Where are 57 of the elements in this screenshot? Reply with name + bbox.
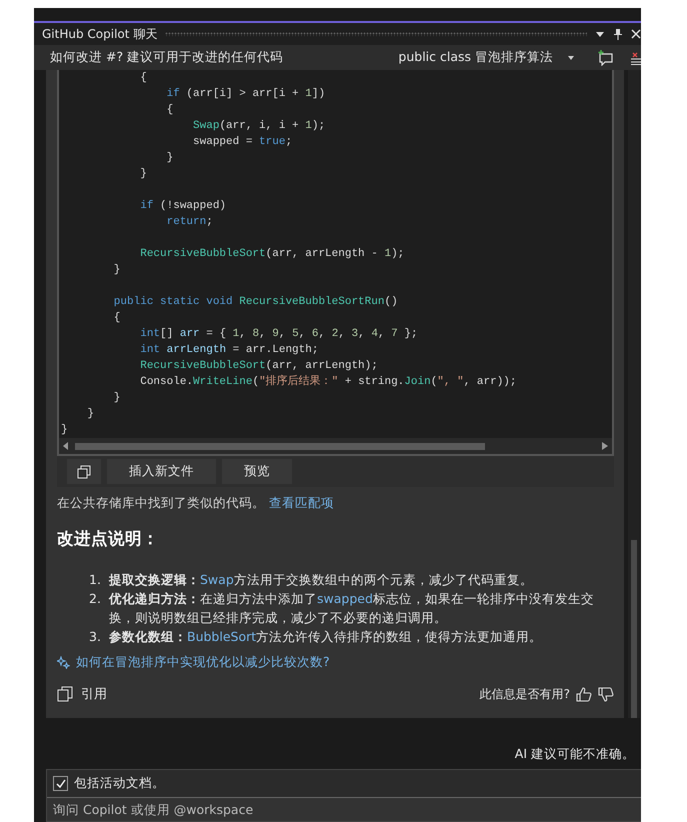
- code-action-button[interactable]: 预览: [222, 459, 292, 484]
- section-heading: 改进点说明：: [57, 528, 160, 550]
- code-action-button[interactable]: 插入新文件: [107, 459, 216, 484]
- code-line: int arrLength = arr.Length;: [139, 343, 320, 358]
- list-number: 2.: [89, 590, 102, 608]
- references-button[interactable]: 引用: [57, 685, 107, 703]
- chat-input-field[interactable]: 询问 Copilot 或使用 @workspace: [47, 797, 641, 821]
- code-line: {: [112, 311, 122, 326]
- list-item-text: 参数化数组：BubbleSort方法允许传入待排序的数组，使得方法更加通用。: [109, 628, 542, 646]
- view-matches-link[interactable]: 查看匹配项: [268, 495, 334, 510]
- code-line: Swap(arr, i, i + 1);: [192, 119, 326, 134]
- match-note: 在公共存储库中找到了类似的代码。: [57, 495, 265, 510]
- code-line: }: [61, 423, 69, 438]
- scope-dropdown[interactable]: public class 冒泡排序算法: [392, 49, 581, 66]
- thumbs-down-icon[interactable]: [598, 686, 614, 702]
- disclaimer: AI 建议可能不准确。: [514, 745, 636, 763]
- scroll-right-icon[interactable]: [602, 442, 608, 450]
- copy-icon: [77, 464, 91, 478]
- code-line: if (!swapped): [139, 199, 228, 214]
- copy-icon: [57, 686, 73, 702]
- thread-title: 如何改进 #? 建议可用于改进的任何代码: [50, 49, 284, 66]
- list-item-text: 提取交换逻辑：Swap方法用于交换数组中的两个元素，减少了代码重复。: [109, 571, 533, 589]
- pin-icon[interactable]: [613, 28, 623, 40]
- code-line: }: [112, 263, 122, 278]
- list-item-text: 优化递归方法：在递归方法中添加了 swapped标志位，如果在一轮排序中没有发生交换，则说明数组已经排序完成，减少了不必要的递归调用。: [109, 590, 595, 627]
- window-title: GitHub Copilot 聊天: [42, 26, 158, 42]
- delete-threads-icon[interactable]: [631, 50, 641, 64]
- suggested-question-link[interactable]: 如何在冒泡排序中实现优化以减少比较次数?: [76, 654, 330, 671]
- list-number: 3.: [89, 628, 102, 646]
- caret-icon: [567, 54, 575, 60]
- feedback-prompt: 此信息是否有用?: [480, 686, 570, 702]
- list-number: 1.: [89, 571, 102, 589]
- code-line: int[] arr = { 1, 8, 9, 5, 6, 2, 3, 4, 7 };: [139, 327, 419, 342]
- code-line: Console.WriteLine("排序后结果：" + string.Join(", ", arr));: [139, 374, 518, 390]
- vertical-scrollbar[interactable]: [628, 70, 640, 718]
- code-line: }: [112, 391, 122, 406]
- code-line: swapped = true;: [192, 135, 294, 150]
- horizontal-scrollbar[interactable]: [59, 438, 612, 454]
- checkbox[interactable]: [53, 776, 68, 791]
- code-line: RecursiveBubbleSort(arr, arrLength - 1);: [139, 247, 406, 262]
- code-line: if (arr[i] > arr[i + 1]): [166, 87, 326, 102]
- thumbs-up-icon[interactable]: [576, 686, 592, 702]
- code-line: {: [139, 71, 148, 86]
- code-line: public static void RecursiveBubbleSortRun(): [112, 295, 399, 310]
- code-line: }: [166, 151, 174, 166]
- code-line: {: [166, 103, 174, 118]
- checkbox-label: 包括活动文档。: [74, 775, 165, 792]
- new-thread-icon[interactable]: [597, 50, 615, 66]
- sparkle-icon: [57, 656, 70, 669]
- close-icon[interactable]: [631, 29, 641, 39]
- code-line: RecursiveBubbleSort(arr, arrLength);: [139, 359, 379, 374]
- copy-button[interactable]: [67, 459, 101, 484]
- dropdown-icon[interactable]: [595, 29, 605, 39]
- code-line: return;: [166, 215, 214, 230]
- code-line: }: [139, 167, 148, 182]
- scroll-left-icon[interactable]: [63, 442, 69, 450]
- code-line: }: [86, 407, 96, 422]
